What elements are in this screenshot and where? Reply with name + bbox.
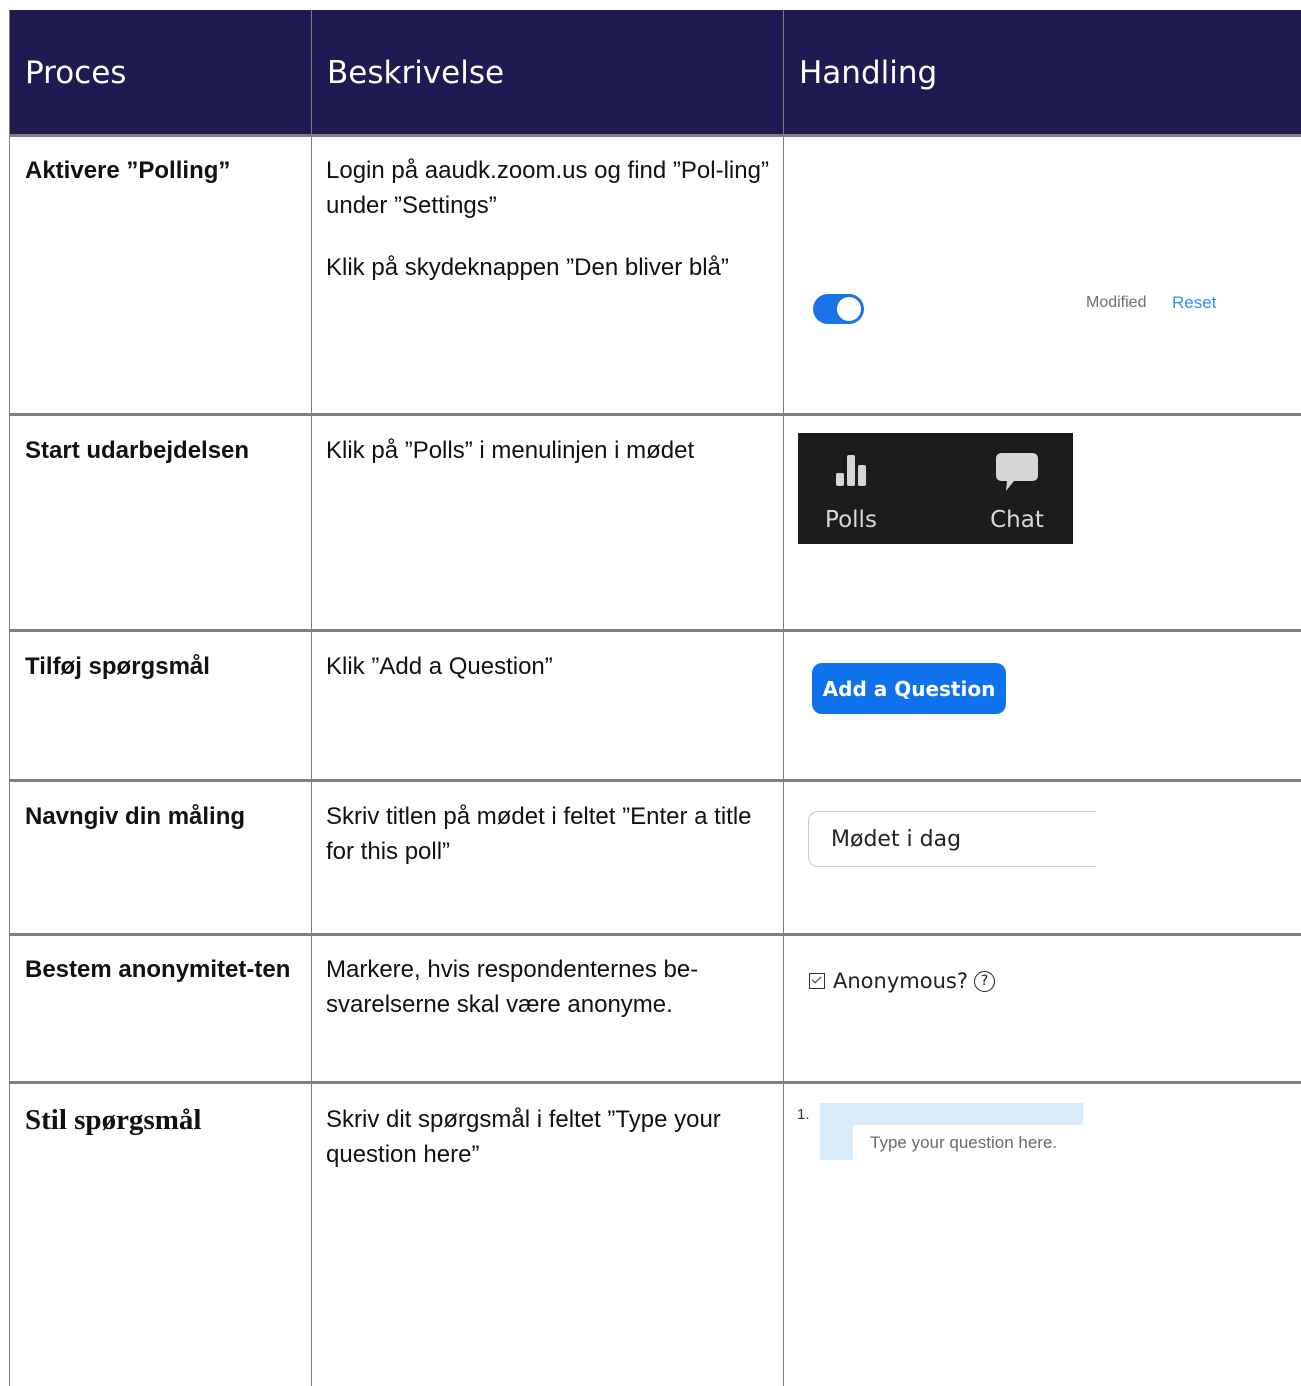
description-cell: Klik ”Add a Question” [326,649,776,711]
description-text: Markere, hvis respondenternes be-svarels… [326,956,699,1018]
row-divider [9,134,1301,137]
meeting-toolbar: Polls Chat [798,433,1073,544]
polling-toggle[interactable] [813,294,864,324]
question-input[interactable]: Type your question here. [853,1125,1083,1160]
column-divider-2 [783,10,784,1386]
row-divider [9,779,1301,782]
header-proces: Proces [25,54,127,91]
row-divider [9,1081,1301,1084]
proces-cell: Aktivere ”Polling” [25,157,231,184]
chat-bubble-icon [996,453,1038,491]
modified-label: Modified [1086,294,1147,311]
description-text: Klik på ”Polls” i menulinjen i mødet [326,437,695,464]
row-divider [9,413,1301,416]
proces-cell: Tilføj spørgsmål [25,653,210,680]
question-number: 1. [797,1106,810,1123]
description-cell: Skriv titlen på mødet i feltet ”Enter a … [326,799,776,896]
column-divider-1 [311,10,312,1386]
header-beskrivelse: Beskrivelse [327,54,505,91]
chat-label: Chat [990,507,1044,533]
description-text: Klik på skydeknappen ”Den bliver blå” [326,254,729,281]
question-highlight [820,1103,1083,1125]
header-handling: Handling [799,54,938,91]
description-cell: Login på aaudk.zoom.us og find ”Pol-ling… [326,153,776,312]
proces-cell: Stil spørgsmål [25,1104,202,1136]
row-divider [9,629,1301,632]
table-header: Proces Beskrivelse Handling [9,10,1301,135]
description-cell: Skriv dit spørgsmål i feltet ”Type your … [326,1102,776,1199]
bar-chart-icon [836,455,866,486]
proces-cell: Navngiv din måling [25,803,246,830]
poll-title-input[interactable]: Mødet i dag [808,811,1096,867]
reset-link[interactable]: Reset [1172,293,1216,313]
polls-label: Polls [825,507,877,533]
description-cell: Klik på ”Polls” i menulinjen i mødet [326,433,776,495]
description-text: Skriv titlen på mødet i feltet ”Enter a … [326,803,752,865]
description-cell: Markere, hvis respondenternes be-svarels… [326,952,776,1049]
anonymous-label: Anonymous? [833,969,968,993]
description-text: Klik ”Add a Question” [326,653,553,680]
description-text: Login på aaudk.zoom.us og find ”Pol-ling… [326,157,769,219]
add-question-button[interactable]: Add a Question [812,663,1006,714]
checkbox-checked-icon[interactable] [809,973,825,989]
row-divider [9,933,1301,936]
proces-cell: Bestem anonymitet-ten [25,956,291,983]
polls-button[interactable]: Polls [806,449,896,533]
anonymous-option[interactable]: Anonymous? ? [809,969,995,993]
table-border-left [9,10,10,1386]
toggle-knob [837,297,861,321]
help-icon[interactable]: ? [973,970,995,992]
question-highlight [820,1125,853,1160]
proces-cell: Start udarbejdelsen [25,437,250,464]
chat-button[interactable]: Chat [972,449,1062,533]
description-text: Skriv dit spørgsmål i feltet ”Type your … [326,1106,721,1168]
